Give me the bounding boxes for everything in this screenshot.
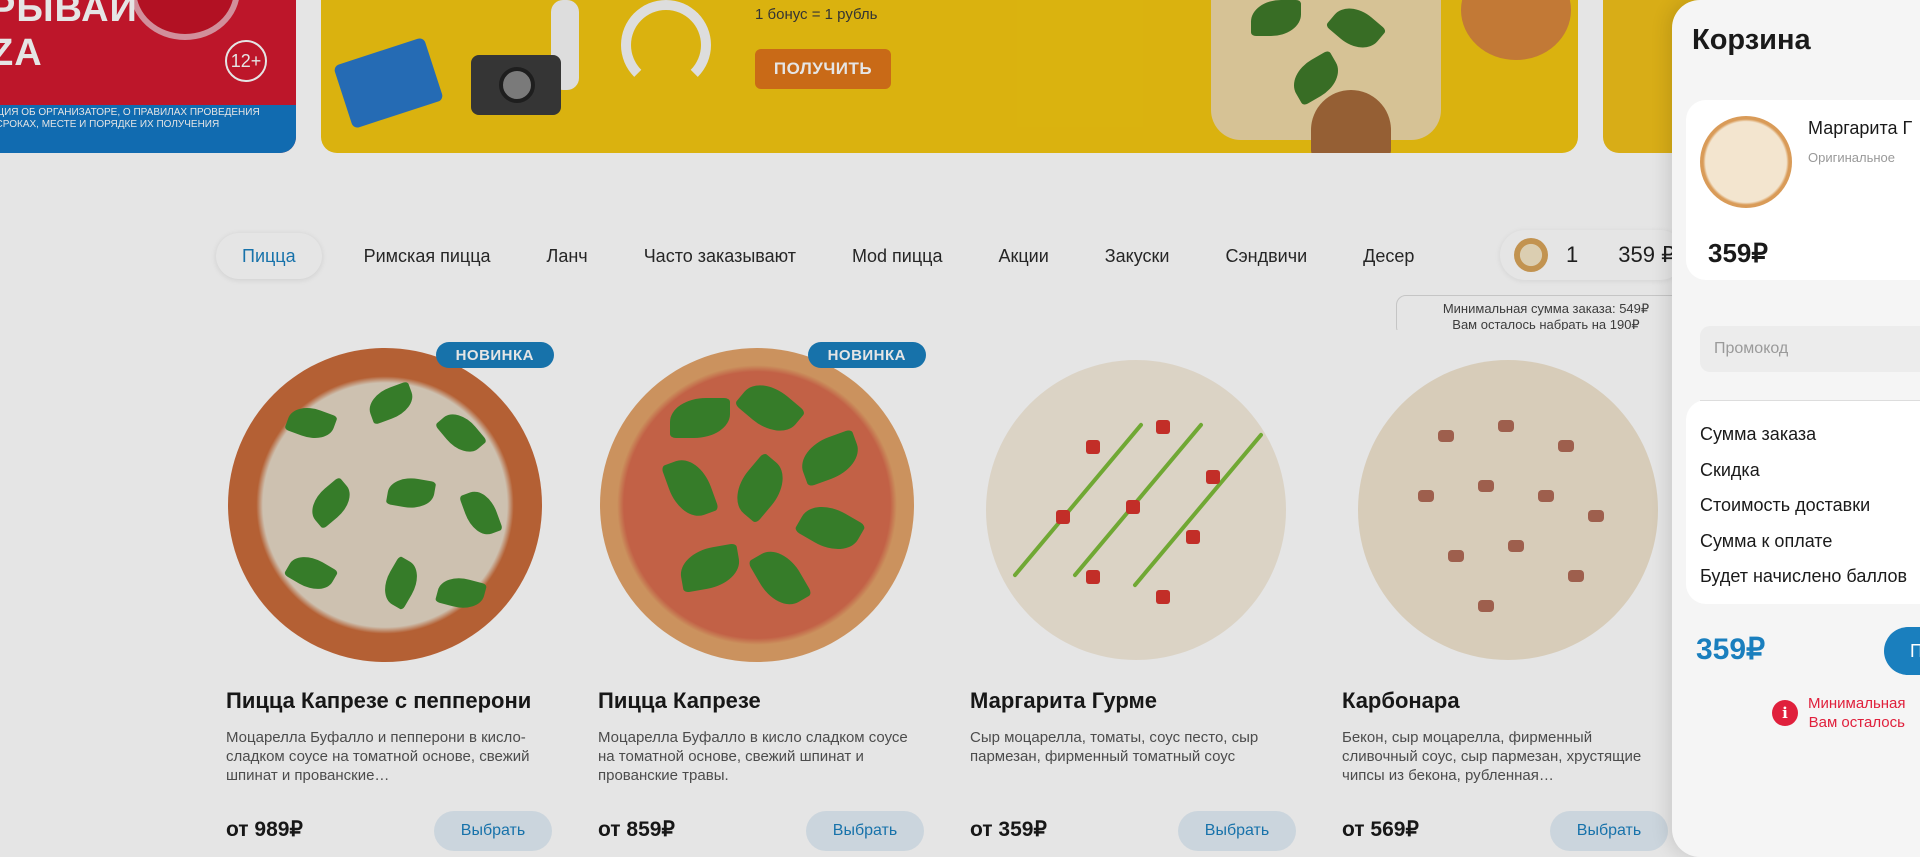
category-tab-roman-pizza[interactable]: Римская пицца (336, 233, 519, 279)
category-tab-desserts[interactable]: Десер (1335, 233, 1414, 279)
product-title[interactable]: Карбонара (1342, 688, 1460, 714)
category-tab-pizza[interactable]: Пицца (216, 233, 322, 279)
category-tab-sandwiches[interactable]: Сэндвичи (1197, 233, 1335, 279)
cart-total-price: 359₽ (1696, 633, 1766, 666)
category-tab-mod-pizza[interactable]: Mod пицца (824, 233, 970, 279)
cart-item-dough: Оригинальное (1808, 150, 1896, 165)
banner-headline-2: ZA (0, 32, 43, 74)
choose-button[interactable]: Выбрать (1178, 811, 1296, 851)
product-card[interactable]: Карбонара Бекон, сыр моцарелла, фирменны… (1330, 330, 1682, 857)
discount-label: Скидка (1700, 460, 1760, 480)
promo-banner-bonus[interactable]: 1 бонус = 1 рубль ПОЛУЧИТЬ (321, 0, 1578, 153)
min-order-line: Минимальная сумма заказа: 549₽ (1442, 301, 1650, 316)
product-description: Сыр моцарелла, томаты, соус песто, сыр п… (970, 729, 1259, 765)
product-image[interactable] (228, 348, 542, 662)
product-image[interactable] (1358, 360, 1658, 660)
headphones-image (621, 0, 711, 90)
banner-fine-print: АЦИЯ ОБ ОРГАНИЗАТОРЕ, О ПРАВИЛАХ ПРОВЕДЕ… (0, 107, 260, 130)
product-title[interactable]: Пицца Капрезе с пепперони (226, 688, 531, 714)
cart-drawer: Корзина Маргарита Г Оригинальное 359₽ Су… (1672, 0, 1920, 857)
mini-cart-pizza-thumb (1514, 238, 1548, 272)
product-image[interactable] (600, 348, 914, 662)
category-nav: Пицца Римская пицца Ланч Часто заказываю… (216, 233, 1414, 279)
cart-item: Маргарита Г Оригинальное 359₽ (1686, 100, 1920, 280)
min-order-warning: Минимальная Вам осталось (1808, 694, 1906, 732)
category-tab-promos[interactable]: Акции (970, 233, 1076, 279)
new-badge: НОВИНКА (435, 342, 554, 368)
promo-banner-lottery[interactable]: РЫВАЙ ZA 12+ АЦИЯ ОБ ОРГАНИЗАТОРЕ, О ПРА… (0, 0, 296, 153)
product-card[interactable]: Маргарита Гурме Сыр моцарелла, томаты, с… (958, 330, 1310, 857)
checkout-button[interactable]: П (1884, 627, 1920, 675)
cart-title: Корзина (1692, 24, 1811, 56)
product-description: Моцарелла Буфалло и пепперони в кисло- с… (226, 729, 530, 784)
choose-button[interactable]: Выбрать (1550, 811, 1668, 851)
category-tab-lunch[interactable]: Ланч (519, 233, 616, 279)
summary-divider (1700, 400, 1920, 401)
cart-item-name: Маргарита Г (1808, 118, 1913, 138)
warning-line-2: Вам осталось (1808, 714, 1905, 731)
order-sum-label: Сумма заказа (1700, 424, 1817, 444)
choose-button[interactable]: Выбрать (806, 811, 924, 851)
delivery-cost-label: Стоимость доставки (1700, 495, 1871, 515)
product-card[interactable]: НОВИНКА Пицца Капрезе с пепперони Моцаре… (214, 330, 566, 857)
product-price: от 859₽ (598, 818, 675, 841)
product-image[interactable] (986, 360, 1286, 660)
total-to-pay-label: Сумма к оплате (1700, 531, 1833, 551)
get-bonus-button[interactable]: ПОЛУЧИТЬ (755, 49, 891, 89)
mini-cart-quantity: 1 (1566, 242, 1579, 267)
banner-headline-1: РЫВАЙ (0, 0, 138, 30)
product-title[interactable]: Пицца Капрезе (598, 688, 761, 714)
bonus-rate-text: 1 бонус = 1 рубль (755, 6, 878, 23)
cart-item-price: 359₽ (1708, 238, 1768, 268)
info-icon: i (1772, 700, 1798, 726)
mini-cart-button[interactable]: 1 359 ₽ (1500, 230, 1685, 280)
bonus-points-label: Будет начислено баллов (1700, 566, 1908, 586)
product-card[interactable]: НОВИНКА Пицца Капрезе Моцарелла Буфалло … (586, 330, 938, 857)
product-price: от 359₽ (970, 818, 1047, 841)
camera-image (471, 55, 561, 115)
product-price: от 989₽ (226, 818, 303, 841)
product-price: от 569₽ (1342, 818, 1419, 841)
choose-button[interactable]: Выбрать (434, 811, 552, 851)
bonus-card-image (333, 36, 444, 130)
category-tab-snacks[interactable]: Закуски (1077, 233, 1198, 279)
age-rating-badge: 12+ (225, 40, 267, 82)
product-description: Моцарелла Буфалло в кисло сладком соусе … (598, 729, 908, 784)
banner-circle-graphic (130, 0, 240, 40)
product-description: Бекон, сыр моцарелла, фирменный сливочны… (1342, 729, 1642, 784)
category-tab-popular[interactable]: Часто заказывают (616, 233, 824, 279)
warning-line-1: Минимальная (1808, 695, 1906, 712)
product-title[interactable]: Маргарита Гурме (970, 688, 1157, 714)
new-badge: НОВИНКА (807, 342, 926, 368)
banner-pepperoni-image (1461, 0, 1571, 60)
cart-item-image (1700, 116, 1792, 208)
mini-cart-total: 359 ₽ (1618, 242, 1676, 267)
page: РЫВАЙ ZA 12+ АЦИЯ ОБ ОРГАНИЗАТОРЕ, О ПРА… (0, 0, 1920, 857)
promo-code-input[interactable] (1700, 326, 1920, 372)
order-summary: Сумма заказа Скидка Стоимость доставки С… (1686, 400, 1920, 604)
